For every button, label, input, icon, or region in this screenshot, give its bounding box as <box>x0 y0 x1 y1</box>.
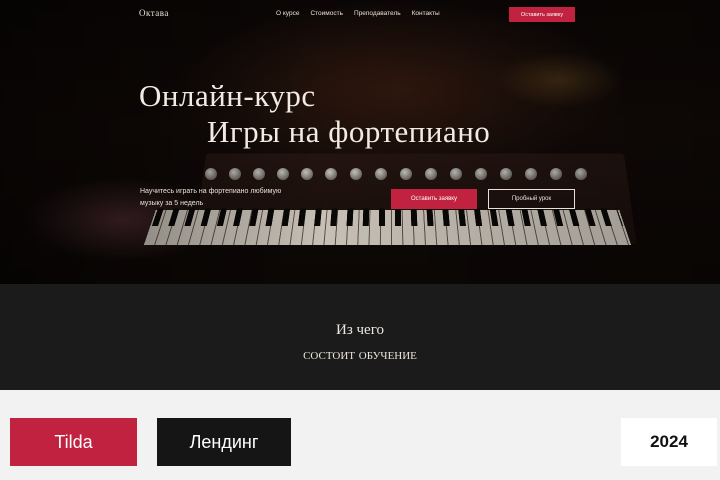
hero-section: Октава О курсе Стоимость Преподаватель К… <box>0 0 720 284</box>
platform-badge: Tilda <box>10 418 137 466</box>
nav-item-teacher[interactable]: Преподаватель <box>354 10 401 17</box>
project-type-badge: Лендинг <box>157 418 291 466</box>
site-logo[interactable]: Октава <box>139 8 169 18</box>
trial-lesson-button[interactable]: Пробный урок <box>488 189 575 209</box>
hero-title-line1: Онлайн-курс <box>139 78 316 113</box>
section-title-line1: Из чего <box>336 322 384 338</box>
section-title-line2: состоит обучение <box>303 347 417 363</box>
hero-subtitle: Научитесь играть на фортепиано любимую м… <box>140 188 282 207</box>
nav-item-pricing[interactable]: Стоимость <box>310 10 343 17</box>
section-title: Из чего состоит обучение <box>0 318 720 368</box>
top-navigation: Октава О курсе Стоимость Преподаватель К… <box>0 0 720 28</box>
hero-title-line2: Игры на фортепиано <box>207 114 491 149</box>
nav-menu: О курсе Стоимость Преподаватель Контакты <box>276 10 451 17</box>
request-button[interactable]: Оставить заявку <box>391 189 477 209</box>
nav-item-about[interactable]: О курсе <box>276 10 299 17</box>
hero-title: Онлайн-курс Игры на фортепиано <box>139 78 490 150</box>
year-badge: 2024 <box>621 418 717 466</box>
nav-request-button[interactable]: Оставить заявку <box>509 7 575 22</box>
nav-item-contacts[interactable]: Контакты <box>412 10 440 17</box>
